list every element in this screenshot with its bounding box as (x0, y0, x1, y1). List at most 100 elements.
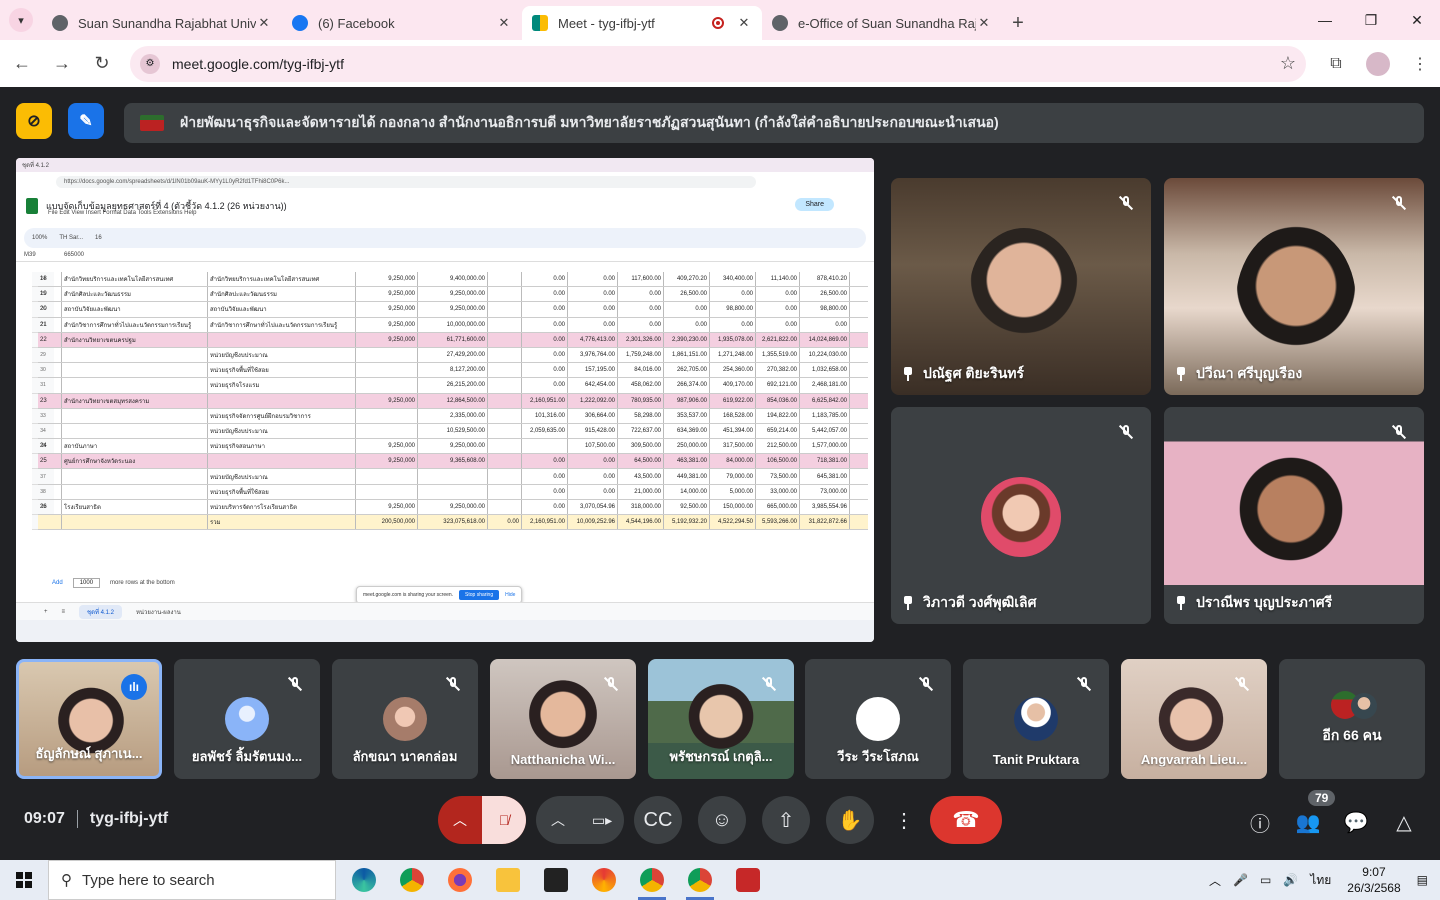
sheet-cell: โรงเรียนสาธิต (62, 499, 208, 514)
meeting-code: tyg-ifbj-ytf (89, 810, 169, 827)
terminal-icon[interactable] (532, 860, 580, 900)
meeting-info-icon[interactable]: ⓘ (1244, 806, 1276, 838)
participant-tile-speaking[interactable]: ılı ธัญลักษณ์ สุภาเน... (16, 659, 162, 779)
more-participants-tile[interactable]: อีก 66 คน (1279, 659, 1425, 779)
sheet-cell: 2,390,230.00 (664, 332, 710, 347)
tab-title: e-Office of Suan Sunandha Raja (798, 15, 976, 31)
close-icon[interactable]: ✕ (976, 15, 992, 31)
annotation-toggle-button[interactable]: ⊘ (16, 103, 52, 139)
chrome-profile-icon[interactable] (628, 860, 676, 900)
close-icon[interactable]: ✕ (256, 15, 272, 31)
microphone-icon[interactable]: 🎤 (1227, 873, 1254, 887)
annotate-icon[interactable]: ✎ (68, 103, 104, 139)
clock[interactable]: 9:07 26/3/2568 (1337, 864, 1410, 896)
extensions-icon[interactable]: ⧉ (1316, 46, 1356, 82)
minimize-icon[interactable]: — (1302, 0, 1348, 40)
browser-tab[interactable]: (6) Facebook ✕ (282, 6, 522, 40)
emoji-reaction-icon[interactable]: ☺ (698, 796, 746, 844)
profile-avatar[interactable] (1366, 51, 1390, 76)
sheet-cell: 0.00 (522, 484, 568, 499)
windows-start-icon[interactable] (0, 860, 48, 900)
video-options-chevron-icon[interactable]: ︿ (536, 796, 580, 844)
language-indicator[interactable]: ไทย (1304, 871, 1337, 890)
sheet-cell: 692,121.00 (756, 378, 800, 393)
address-bar[interactable]: ⚙ meet.google.com/tyg-ifbj-ytf ☆ (130, 45, 1306, 82)
sheet-cell (488, 393, 522, 408)
participant-tile[interactable]: พรัชษกรณ์ เกตุลิ... (648, 659, 794, 779)
sheet-cell: 0.00 (522, 378, 568, 393)
more-options-icon[interactable]: ⋮ (880, 796, 928, 844)
taskbar-search[interactable]: ⚲ Type here to search (48, 860, 336, 900)
sheet-cell: 0.00 (756, 317, 800, 332)
captions-icon[interactable]: CC (634, 796, 682, 844)
sheet-cell: ศูนย์การศึกษาจังหวัดระนอง (62, 454, 208, 469)
edge-icon[interactable] (340, 860, 388, 900)
sheet-cell: หน่วยธุรกิจจัดการศูนย์ฝึกอบรมวิชาการ (208, 408, 356, 423)
close-icon[interactable]: ✕ (736, 15, 752, 31)
new-tab-button[interactable]: + (1002, 6, 1034, 40)
close-window-icon[interactable]: ✕ (1394, 0, 1440, 40)
camera-icon[interactable]: ▭▸ (580, 796, 624, 844)
participant-tile[interactable]: ปวีณา ศรีบุญเรือง (1164, 178, 1424, 395)
sheet-cell: 0.00 (710, 287, 756, 302)
leave-call-button[interactable]: ☎ (930, 796, 1002, 844)
sheet-cell: 0.00 (568, 302, 618, 317)
present-screen-icon[interactable]: ⇧ (762, 796, 810, 844)
file-explorer-icon[interactable] (484, 860, 532, 900)
sheet-cell: 2,335,000.00 (418, 408, 488, 423)
chrome-icon[interactable] (388, 860, 436, 900)
acrobat-icon[interactable] (724, 860, 772, 900)
forward-arrow-icon[interactable]: → (44, 46, 80, 82)
browser-tab-active[interactable]: Meet - tyg-ifbj-ytf ✕ (522, 6, 762, 40)
tab-search-button[interactable]: ▾ (4, 4, 38, 36)
sheet-cell: 1,222,092.00 (568, 393, 618, 408)
sheet-cell: 1,183,785.00 (800, 408, 850, 423)
participant-tile[interactable]: วีระ วีระโสภณ (805, 659, 951, 779)
browser-tab[interactable]: Suan Sunandha Rajabhat Unive ✕ (42, 6, 282, 40)
participant-tile[interactable]: Natthanicha Wi... (490, 659, 636, 779)
network-icon[interactable]: ▭ (1254, 873, 1277, 887)
participant-tile[interactable]: Tanit Pruktara (963, 659, 1109, 779)
chat-icon[interactable]: 💬 (1340, 806, 1372, 838)
sheet-cell: 98,800.00 (710, 302, 756, 317)
sheet-row: หน่วยบัญชีงบประมาณ 0.00 0.00 43,500.00 449,3… (38, 469, 868, 485)
more-menu-icon[interactable]: ⋮ (1400, 46, 1440, 82)
raise-hand-icon[interactable]: ✋ (826, 796, 874, 844)
formula-value: 665000 (64, 251, 85, 258)
participant-tile[interactable]: ปณัฐศ ติยะรินทร์ (891, 178, 1151, 395)
participant-tile[interactable]: ลักขณา นาคกล่อม (332, 659, 478, 779)
windows-taskbar: ⚲ Type here to search ︿ 🎤 ▭ 🔊 ไทย 9:07 2… (0, 860, 1440, 900)
participant-tile[interactable]: Angvarrah Lieu... (1121, 659, 1267, 779)
tab-title: Meet - tyg-ifbj-ytf (558, 15, 655, 31)
bookmark-star-icon[interactable]: ☆ (1280, 53, 1296, 74)
people-icon[interactable]: 👥 (1292, 806, 1324, 838)
chevron-up-icon[interactable]: ︿ (1203, 872, 1227, 889)
app-icon[interactable] (580, 860, 628, 900)
sheet-cell: 2,059,635.00 (522, 423, 568, 439)
notifications-icon[interactable]: ▤ (1411, 873, 1440, 887)
audio-options-chevron-icon[interactable]: ︿ (438, 796, 482, 844)
font-name: TH Sar... (59, 235, 84, 241)
muted-mic-icon (1229, 671, 1255, 697)
sheet-cell (62, 423, 208, 439)
reload-icon[interactable]: ↻ (84, 46, 120, 82)
volume-icon[interactable]: 🔊 (1277, 873, 1304, 887)
browser-tab[interactable]: e-Office of Suan Sunandha Raja ✕ (762, 6, 1002, 40)
chrome-profile-icon[interactable] (676, 860, 724, 900)
participant-name: พรัชษกรณ์ เกตุลิ... (669, 749, 773, 764)
participant-tile[interactable]: ปราณีพร บุญประภาศรี (1164, 407, 1424, 624)
microphone-muted-icon[interactable]: 🎙̸ (482, 796, 526, 844)
back-arrow-icon[interactable]: ← (4, 46, 40, 82)
sheet-cell: 323,075,618.00 (418, 515, 488, 530)
cell-reference: M39 (24, 251, 36, 258)
activities-icon[interactable]: △ (1388, 806, 1420, 838)
participant-tile[interactable]: ยลพัชร์ ลิ้มรัตนมง... (174, 659, 320, 779)
firefox-icon[interactable] (436, 860, 484, 900)
sheet-cell: 14,024,869.00 (800, 332, 850, 347)
close-icon[interactable]: ✕ (496, 15, 512, 31)
sheet-cell: 3,070,054.96 (568, 499, 618, 514)
restore-icon[interactable]: ❐ (1348, 0, 1394, 40)
sheet-cell: 73,500.00 (756, 469, 800, 484)
participant-tile[interactable]: วิภาวดี วงศ์พุฒิเลิศ (891, 407, 1151, 624)
site-info-icon[interactable]: ⚙ (140, 53, 160, 74)
